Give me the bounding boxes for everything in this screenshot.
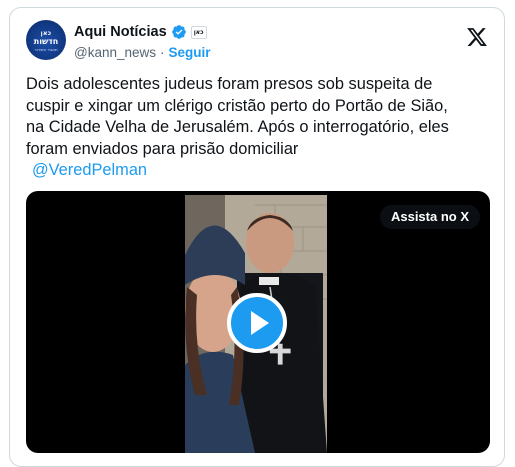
name-row: Aqui Notícias כאן [74,22,207,42]
tweet-text-line: na Cidade Velha de Jerusalém. Após o int… [26,118,449,136]
watch-on-x-button[interactable]: Assista no X [379,205,480,229]
mention-link[interactable]: @VeredPelman [32,160,496,182]
tweet-card: כאן חדשות תאגיד השידור Aqui Notícias כאן… [9,7,505,467]
avatar-logo-bottom: תאגיד השידור [34,47,58,52]
account-handle[interactable]: @kann_news [74,45,156,60]
tweet-text-line: cuspir e xingar um clérigo cristão perto… [26,96,448,115]
tweet-header: כאן חדשות תאגיד השידור Aqui Notícias כאן… [26,20,488,64]
avatar[interactable]: כאן חדשות תאגיד השידור [26,20,66,60]
video-player[interactable]: Assista no X [26,191,490,453]
affiliate-badge: כאן [190,25,207,39]
handle-row: @kann_news · Seguir [74,43,211,61]
avatar-logo-top: כאן [40,30,52,37]
tweet-text-line: foram enviados para prisão domiciliar [26,139,299,158]
tweet-text-line: Dois adolescentes judeus foram presos so… [26,75,433,93]
play-icon[interactable] [227,293,287,353]
account-name[interactable]: Aqui Notícias [74,24,167,40]
avatar-logo-mid: חדשות [33,37,59,46]
follow-button[interactable]: Seguir [169,45,211,60]
verified-badge-icon [171,25,186,39]
x-logo-icon[interactable] [466,26,488,48]
tweet-text: Dois adolescentes judeus foram presos so… [26,74,496,182]
separator-dot: · [160,44,165,60]
